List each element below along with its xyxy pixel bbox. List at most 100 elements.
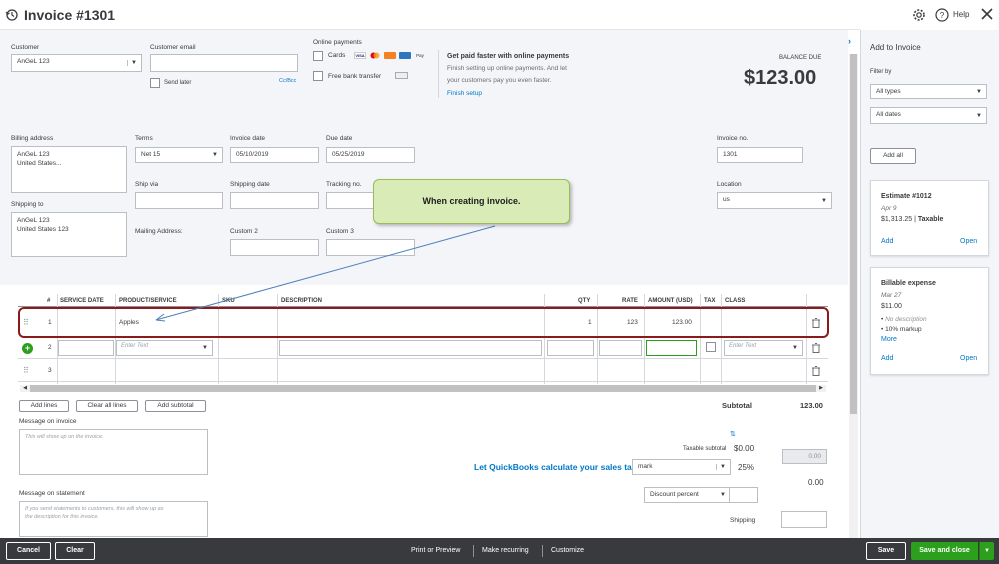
message-on-statement-label: Message on statement	[19, 490, 85, 497]
save-button[interactable]: Save	[866, 542, 906, 560]
taxable-subtotal-value: $0.00	[734, 444, 755, 453]
tracking-no-field[interactable]	[326, 192, 376, 209]
location-select[interactable]: us ▼	[717, 192, 832, 209]
row2-product-select[interactable]: Enter Text ▼	[116, 340, 213, 356]
customer-select[interactable]: AnGeL 123 ▼	[11, 54, 142, 72]
terms-select[interactable]: Net 15 ▼	[135, 147, 223, 163]
main-vertical-scrollbar[interactable]	[849, 54, 858, 538]
help-icon[interactable]: ?	[935, 8, 949, 22]
tax-sort-icon[interactable]: ⇅	[730, 430, 736, 438]
message-on-invoice-label: Message on invoice	[19, 418, 77, 425]
chevron-down-icon: ▼	[212, 152, 218, 158]
bank-transfer-checkbox[interactable]	[313, 71, 323, 81]
clear-all-lines-button[interactable]: Clear all lines	[76, 400, 138, 412]
trash-icon[interactable]	[812, 366, 820, 376]
add-subtotal-button[interactable]: Add subtotal	[145, 400, 206, 412]
visa-icon: VISA	[354, 52, 366, 59]
filter-date-select[interactable]: All dates ▼	[870, 107, 987, 124]
cancel-button[interactable]: Cancel	[6, 542, 51, 560]
shipping-to-field[interactable]: AnGeL 123 United States 123	[11, 212, 127, 257]
col-header-qty: QTY	[578, 298, 591, 304]
add-lines-button[interactable]: Add lines	[19, 400, 69, 412]
message-on-statement-field[interactable]: If you send statements to customers, thi…	[19, 501, 208, 537]
table-row[interactable]: + 2 Enter Text ▼ Enter Text ▼	[18, 339, 828, 359]
invoice-no-field[interactable]: 1301	[717, 147, 803, 163]
shipping-amount-field[interactable]	[781, 511, 827, 528]
table-row[interactable]: ⠿ 3	[18, 361, 828, 382]
billing-address-label: Billing address	[11, 135, 54, 142]
row2-class-select[interactable]: Enter Text ▼	[724, 340, 803, 356]
expense-add-link[interactable]: Add	[881, 355, 893, 362]
trash-icon[interactable]	[812, 343, 820, 353]
cards-label: Cards	[328, 52, 346, 59]
online-payments-label: Online payments	[313, 39, 362, 46]
save-options-chevron-down-icon[interactable]: ▼	[979, 542, 994, 560]
taxable-subtotal-label: Taxable subtotal	[683, 446, 727, 452]
finish-setup-link[interactable]: Finish setup	[447, 90, 482, 97]
due-date-field[interactable]: 05/25/2019	[326, 147, 415, 163]
shipping-date-label: Shipping date	[230, 181, 270, 188]
expense-amount: $11.00	[881, 303, 902, 310]
recent-history-icon[interactable]	[5, 8, 19, 22]
filter-type-select[interactable]: All types ▼	[870, 84, 987, 99]
save-and-close-button[interactable]: Save and close	[911, 542, 978, 560]
help-link[interactable]: Help	[953, 10, 969, 19]
customize-button[interactable]: Customize	[551, 547, 584, 554]
page-title: Invoice #1301	[24, 7, 116, 23]
print-preview-button[interactable]: Print or Preview	[411, 547, 460, 554]
expense-date: Mar 27	[881, 292, 902, 299]
invoice-no-label: Invoice no.	[717, 135, 749, 142]
chevron-down-icon: ▼	[821, 197, 827, 204]
due-date-label: Due date	[326, 135, 353, 142]
divider	[438, 50, 439, 98]
col-header-rate: RATE	[622, 298, 638, 304]
expense-more-link[interactable]: More	[881, 336, 897, 343]
send-later-checkbox[interactable]	[150, 78, 160, 88]
expense-open-link[interactable]: Open	[960, 355, 977, 362]
row2-qty[interactable]	[547, 340, 594, 356]
header-bar: Invoice #1301	[0, 0, 860, 30]
tax-rate-select[interactable]: mark ▼	[632, 459, 731, 475]
row2-amount[interactable]	[646, 340, 697, 356]
estimate-open-link[interactable]: Open	[960, 238, 977, 245]
collapse-panel-icon[interactable]: ›	[848, 36, 851, 46]
invoice-date-field[interactable]: 05/10/2019	[230, 147, 319, 163]
chevron-down-icon: ▼	[976, 88, 982, 95]
ship-via-field[interactable]	[135, 192, 223, 209]
discount-type-select[interactable]: Discount percent ▼	[644, 487, 731, 503]
estimate-title: Estimate #1012	[881, 193, 932, 200]
scrollbar-thumb[interactable]	[850, 54, 857, 414]
row2-tax-checkbox[interactable]	[706, 342, 716, 352]
calculate-sales-tax-link[interactable]: Let QuickBooks calculate your sales tax	[474, 462, 637, 472]
cc-bcc-link[interactable]: Cc/Bcc	[279, 78, 296, 84]
add-all-button[interactable]: Add all	[870, 148, 916, 164]
table-horizontal-scrollbar[interactable]: ◀ ▶	[20, 385, 826, 392]
row2-description[interactable]	[279, 340, 542, 356]
clear-button[interactable]: Clear	[55, 542, 95, 560]
drag-handle-icon[interactable]: ⠿	[23, 366, 29, 375]
gear-icon[interactable]	[912, 8, 926, 22]
col-header-num: #	[47, 298, 51, 304]
close-icon[interactable]	[980, 7, 994, 21]
ship-via-label: Ship via	[135, 181, 159, 188]
row2-rate[interactable]	[599, 340, 642, 356]
make-recurring-button[interactable]: Make recurring	[482, 547, 529, 554]
row2-service-date[interactable]	[58, 340, 114, 356]
discount-value-field[interactable]	[729, 487, 758, 503]
scroll-left-icon[interactable]: ◀	[20, 385, 30, 392]
customer-email-field[interactable]	[150, 54, 298, 72]
subtotal-value: 123.00	[800, 401, 823, 410]
message-on-invoice-field[interactable]: This will show up on the invoice.	[19, 429, 208, 475]
scroll-right-icon[interactable]: ▶	[816, 385, 826, 392]
discover-icon	[384, 52, 396, 59]
col-header-tax: TAX	[704, 298, 716, 304]
add-line-icon[interactable]: +	[22, 343, 33, 354]
shipping-date-field[interactable]	[230, 192, 319, 209]
tax-total-value: 0.00	[808, 478, 824, 487]
estimate-add-link[interactable]: Add	[881, 238, 893, 245]
amex-icon	[399, 52, 411, 59]
bank-transfer-label: Free bank transfer	[328, 73, 382, 80]
billing-address-field[interactable]: AnGeL 123 United States...	[11, 146, 127, 193]
cards-checkbox[interactable]	[313, 51, 323, 61]
expense-title: Billable expense	[881, 280, 936, 287]
